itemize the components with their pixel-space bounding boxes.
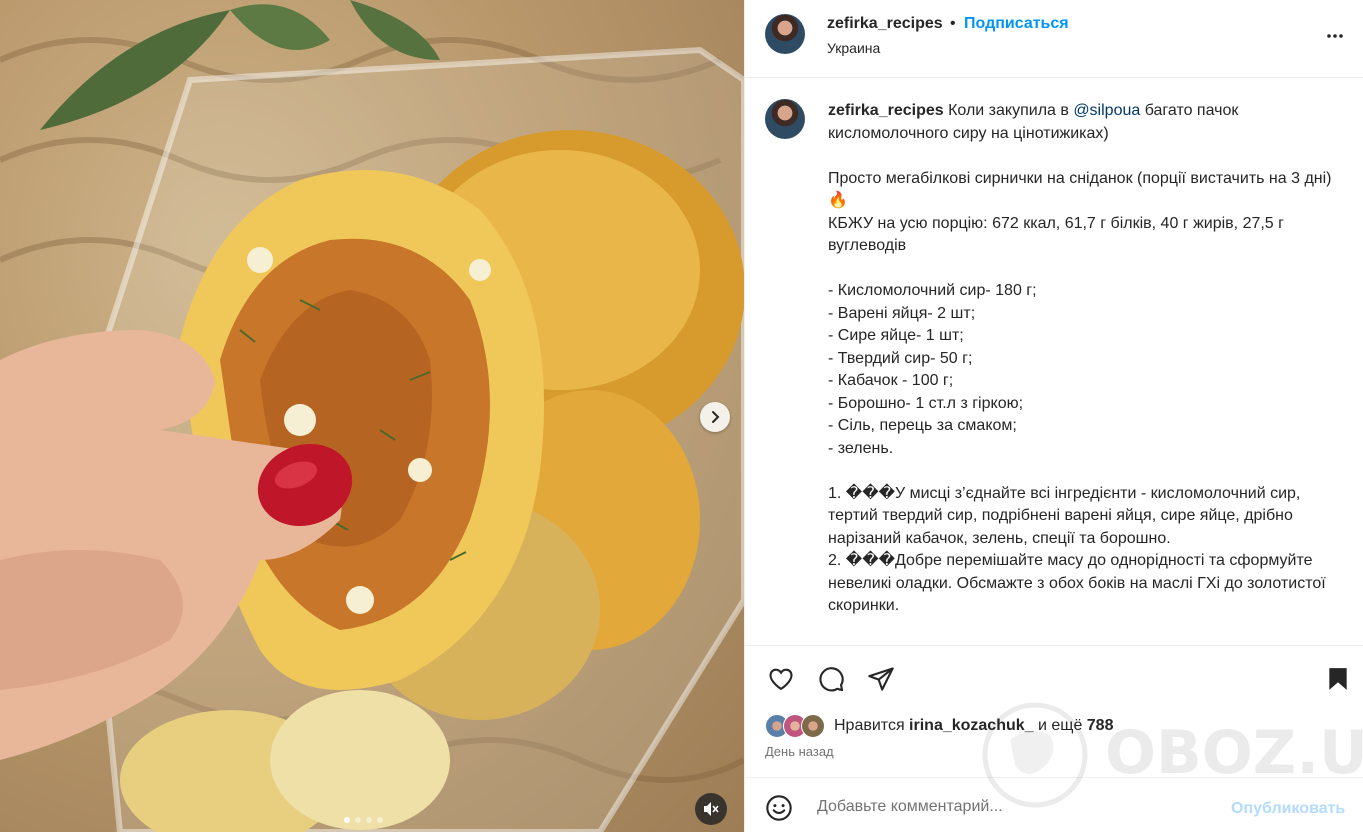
post-side-panel: zefirka_recipes • Подписаться Украина ze… [744,0,1363,832]
carousel-dot-active [344,817,350,823]
likers-avatars[interactable] [765,714,831,738]
comment-input[interactable] [815,792,1219,822]
post-timestamp[interactable]: День назад [765,744,834,759]
caption-intro: Коли закупила в [943,102,1074,119]
likes-count[interactable]: 788 [1087,717,1114,734]
comment-button[interactable] [815,663,847,695]
carousel-dot [355,817,361,823]
author-username[interactable]: zefirka_recipes [827,15,943,33]
likes-middle: и ещё [1033,717,1087,734]
muted-speaker-icon [704,802,719,816]
caption-avatar[interactable] [765,99,805,139]
follow-button[interactable]: Подписаться [964,15,1069,33]
liker-username[interactable]: irina_kozachuk_ [909,717,1034,734]
carousel-dot [366,817,372,823]
mute-button[interactable] [695,793,727,825]
location-link[interactable]: Украина [827,40,880,56]
likes-prefix: Нравится [834,717,910,734]
like-button[interactable] [765,663,797,695]
avatar [801,714,825,738]
next-slide-button[interactable] [700,402,730,432]
carousel-dot [377,817,383,823]
more-options-icon[interactable] [1323,24,1347,48]
carousel-indicator [344,817,383,823]
comment-bar: Опубликовать [745,777,1363,832]
save-button[interactable] [1322,663,1354,695]
share-button[interactable] [865,663,897,695]
post-media[interactable] [0,0,744,832]
bookmark-icon [1329,668,1347,690]
post-header: zefirka_recipes • Подписаться Украина [745,0,1363,78]
likes-summary[interactable]: Нравится irina_kozachuk_ и ещё 788 [834,717,1113,735]
caption-username[interactable]: zefirka_recipes [828,102,944,119]
comment-icon [819,667,844,692]
dot-separator: • [950,15,956,32]
mention-link[interactable]: @silpoua [1073,102,1140,119]
caption-text: zefirka_recipes Коли закупила в @silpoua… [828,100,1338,618]
avatar[interactable] [765,14,805,54]
heart-icon [769,668,793,691]
caption-body: Просто мегабілкові сирнички на сніданок … [828,169,1332,615]
chevron-right-icon [712,411,720,423]
publish-button[interactable]: Опубликовать [1231,800,1345,818]
share-icon [868,667,894,691]
emoji-icon[interactable] [765,794,793,822]
caption-section: zefirka_recipes Коли закупила в @silpoua… [745,78,1363,645]
post-actions: Нравится irina_kozachuk_ и ещё 788 День … [745,645,1363,777]
food-photo [0,0,744,832]
